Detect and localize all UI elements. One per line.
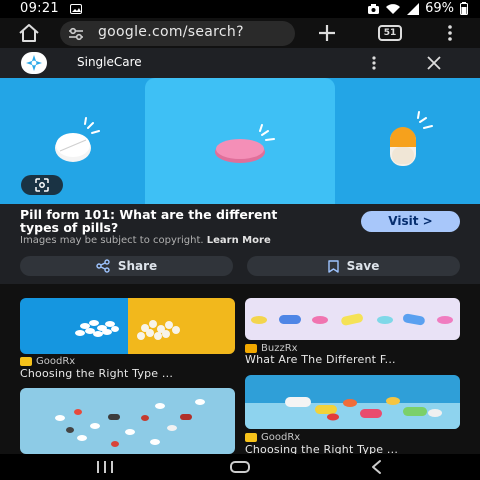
status-bar: 09:21 69% [0, 0, 480, 18]
lens-button[interactable] [21, 175, 63, 195]
related-source: GoodRx [245, 432, 300, 443]
copyright-text: Images may be subject to copyright. [20, 235, 204, 246]
status-time: 09:21 [20, 1, 59, 16]
related-source-name: GoodRx [36, 356, 76, 367]
share-button[interactable]: Share [20, 256, 233, 276]
pills-photo [20, 298, 235, 354]
hero-image[interactable] [0, 78, 480, 204]
pink-tablet-icon [215, 124, 275, 163]
visit-button[interactable]: Visit > [361, 211, 460, 232]
more-vert-icon[interactable] [444, 24, 456, 42]
bookmark-icon [327, 259, 339, 273]
related-image[interactable] [20, 298, 235, 354]
wifi-icon [386, 3, 401, 14]
camera-indicator-icon [368, 3, 380, 14]
visit-label: Visit [388, 214, 419, 228]
url-text[interactable]: google.com/search? [98, 24, 244, 40]
related-title[interactable]: What Are The Different F... [245, 353, 396, 366]
more-vert-icon[interactable] [370, 55, 378, 71]
status-icons: 69% [368, 1, 468, 16]
pills-photo [20, 388, 235, 454]
back-icon[interactable] [370, 459, 382, 475]
related-title[interactable]: Choosing the Right Type ... [20, 367, 173, 380]
learn-more-link[interactable]: Learn More [207, 235, 271, 246]
google-lens-icon [35, 178, 49, 192]
battery-percent: 69% [425, 1, 454, 16]
source-name[interactable]: SingleCare [77, 55, 142, 69]
signal-icon [407, 2, 420, 15]
nav-home-icon[interactable] [230, 461, 250, 473]
round-tablet-icon [55, 117, 100, 162]
pills-photo [245, 298, 460, 340]
tabs-icon[interactable]: 51 [378, 25, 402, 41]
close-icon[interactable] [426, 56, 442, 70]
sheet-header [0, 48, 480, 78]
goodrx-favicon [245, 433, 257, 442]
recents-icon[interactable] [95, 460, 115, 474]
related-images-grid: GoodRx Choosing the Right Type ... BuzzR… [0, 284, 480, 454]
browser-toolbar: google.com/search? 51 [0, 18, 480, 48]
related-image[interactable] [20, 388, 235, 454]
battery-icon [460, 2, 468, 15]
url-bar[interactable]: google.com/search? [60, 21, 295, 46]
chevron-right-icon: > [422, 214, 433, 228]
singlecare-logo-icon [26, 55, 42, 71]
capsule-icon [390, 111, 433, 166]
buzzrx-favicon [245, 344, 257, 353]
home-icon[interactable] [18, 23, 40, 43]
system-nav-bar [0, 454, 480, 480]
pill-illustration [55, 111, 433, 166]
pills-photo [245, 375, 460, 429]
tune-icon[interactable] [68, 27, 84, 41]
singlecare-logo [21, 52, 47, 74]
goodrx-favicon [20, 357, 32, 366]
share-icon [96, 259, 110, 273]
save-button[interactable]: Save [247, 256, 460, 276]
share-label: Share [117, 259, 158, 273]
related-image[interactable] [245, 298, 460, 340]
image-notification-icon [70, 4, 82, 14]
related-title[interactable]: Choosing the Right Type ... [245, 443, 398, 454]
save-label: Save [346, 259, 380, 273]
related-source-name: GoodRx [261, 432, 301, 443]
related-source: GoodRx [20, 356, 75, 367]
result-title[interactable]: Pill form 101: What are the different ty… [20, 208, 290, 234]
related-image[interactable] [245, 375, 460, 429]
copyright-notice: Images may be subject to copyright. Lear… [20, 235, 271, 246]
plus-icon[interactable] [316, 22, 338, 44]
